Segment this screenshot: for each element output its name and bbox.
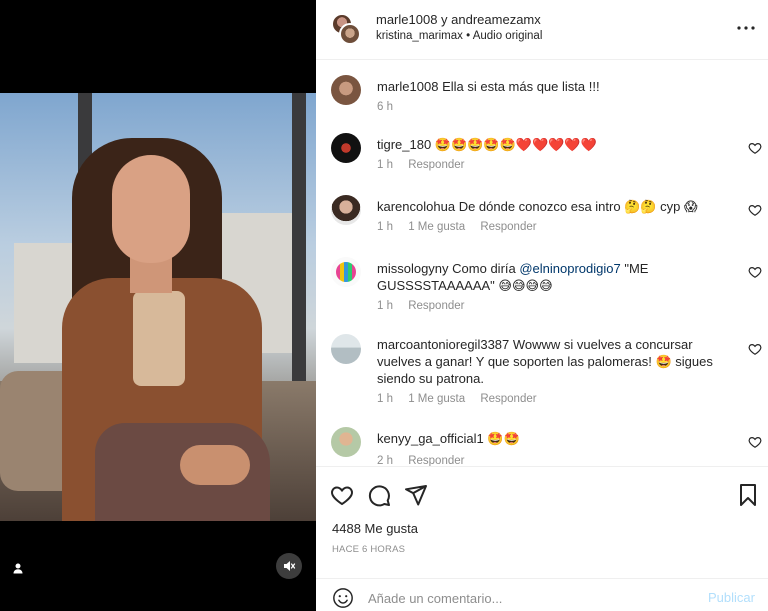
avatar bbox=[339, 23, 361, 45]
comment-time[interactable]: 1 h bbox=[377, 393, 393, 405]
avatar[interactable] bbox=[331, 427, 361, 457]
comment-likes[interactable]: 1 Me gusta bbox=[408, 393, 465, 405]
comment-username[interactable]: kenyy_ga_official1 bbox=[377, 431, 484, 446]
post-details-panel: marle1008 y andreamezamx kristina_marima… bbox=[316, 0, 768, 611]
reply-button[interactable]: Responder bbox=[408, 300, 464, 312]
post-photo[interactable] bbox=[0, 93, 316, 521]
heart-icon[interactable] bbox=[748, 435, 762, 449]
add-comment-bar: Publicar bbox=[316, 578, 768, 611]
heart-icon[interactable] bbox=[748, 342, 762, 356]
comment-username[interactable]: karencolohua bbox=[377, 199, 455, 214]
comment-body: kenyy_ga_official1 🤩🤩 bbox=[377, 430, 727, 447]
comment-time[interactable]: 2 h bbox=[377, 455, 393, 466]
bookmark-icon[interactable] bbox=[736, 483, 760, 507]
heart-icon[interactable] bbox=[748, 203, 762, 217]
comment-username[interactable]: missologyny bbox=[377, 261, 449, 276]
comment-body: tigre_180 🤩🤩🤩🤩🤩❤️❤️❤️❤️❤️ bbox=[377, 136, 727, 153]
post-audio-info[interactable]: kristina_marimax • Audio original bbox=[376, 30, 542, 42]
avatar[interactable] bbox=[331, 75, 361, 105]
comment-username[interactable]: marle1008 bbox=[377, 79, 438, 94]
post-timestamp[interactable]: HACE 6 HORAS bbox=[332, 544, 405, 555]
comment-time[interactable]: 1 h bbox=[377, 221, 393, 233]
heart-icon[interactable] bbox=[748, 141, 762, 155]
likes-count[interactable]: 4488 Me gusta bbox=[332, 521, 418, 536]
reply-button[interactable]: Responder bbox=[480, 221, 536, 233]
comment-meta: 2 h Responder bbox=[377, 455, 476, 466]
comment-likes[interactable]: 1 Me gusta bbox=[408, 221, 465, 233]
comment-username[interactable]: marcoantonioregil3387 bbox=[377, 337, 509, 352]
avatar[interactable] bbox=[331, 133, 361, 163]
speaker-muted-icon bbox=[284, 561, 296, 571]
reply-button[interactable]: Responder bbox=[480, 393, 536, 405]
post-media[interactable] bbox=[0, 0, 316, 611]
comments-list[interactable]: marle1008 Ella si esta más que lista !!!… bbox=[316, 61, 768, 466]
comment-body: karencolohua De dónde conozco esa intro … bbox=[377, 198, 727, 215]
heart-icon[interactable] bbox=[748, 265, 762, 279]
comment-text: Como diría bbox=[452, 261, 520, 276]
post-authors[interactable]: marle1008 y andreamezamx bbox=[376, 12, 541, 27]
share-paper-plane-icon[interactable] bbox=[404, 483, 428, 507]
comment-body: marle1008 Ella si esta más que lista !!! bbox=[377, 78, 727, 95]
comment-time[interactable]: 1 h bbox=[377, 300, 393, 312]
comment-input[interactable] bbox=[368, 588, 668, 608]
comment-time[interactable]: 6 h bbox=[377, 101, 393, 113]
comment-text: Ella si esta más que lista !!! bbox=[442, 79, 600, 94]
comment-time[interactable]: 1 h bbox=[377, 159, 393, 171]
comment-meta: 6 h bbox=[377, 101, 405, 113]
comment-body: missologyny Como diría @elninoprodigio7 … bbox=[377, 260, 727, 294]
comment-meta: 1 h 1 Me gusta Responder bbox=[377, 393, 549, 405]
comment-meta: 1 h 1 Me gusta Responder bbox=[377, 221, 549, 233]
publish-button[interactable]: Publicar bbox=[708, 590, 755, 605]
emoji-icon[interactable] bbox=[332, 587, 354, 609]
comment-text: 🤩🤩🤩🤩🤩❤️❤️❤️❤️❤️ bbox=[434, 137, 597, 152]
avatar[interactable] bbox=[331, 195, 361, 225]
tagged-users-icon[interactable] bbox=[9, 559, 27, 577]
avatar[interactable] bbox=[331, 334, 361, 364]
comment-text: 🤩🤩 bbox=[487, 431, 520, 446]
avatar[interactable] bbox=[331, 257, 361, 287]
comment-bubble-icon[interactable] bbox=[367, 483, 391, 507]
post-actions: 4488 Me gusta HACE 6 HORAS Publicar bbox=[316, 466, 768, 611]
author-avatars[interactable] bbox=[331, 13, 363, 45]
more-options-icon[interactable] bbox=[734, 16, 758, 40]
mention-link[interactable]: @elninoprodigio7 bbox=[519, 261, 620, 276]
reply-button[interactable]: Responder bbox=[408, 455, 464, 466]
person-hands bbox=[180, 445, 250, 485]
comment-username[interactable]: tigre_180 bbox=[377, 137, 431, 152]
post-header: marle1008 y andreamezamx kristina_marima… bbox=[316, 0, 768, 60]
person-face bbox=[112, 155, 190, 263]
comment-meta: 1 h Responder bbox=[377, 159, 476, 171]
mute-audio-button[interactable] bbox=[276, 553, 302, 579]
reply-button[interactable]: Responder bbox=[408, 159, 464, 171]
comment-text: De dónde conozco esa intro 🤔🤔 cyp 😱 bbox=[458, 199, 698, 214]
like-heart-icon[interactable] bbox=[330, 483, 354, 507]
comment-meta: 1 h Responder bbox=[377, 300, 476, 312]
comment-body: marcoantonioregil3387 Wowww si vuelves a… bbox=[377, 336, 727, 387]
person-top bbox=[133, 291, 185, 386]
